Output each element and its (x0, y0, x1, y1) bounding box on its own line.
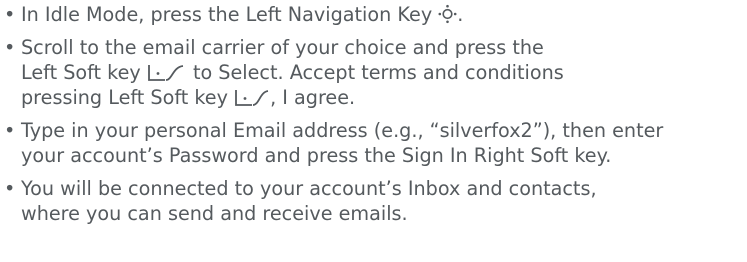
left-soft-key-icon (234, 89, 270, 107)
instruction-item-select-carrier: • Scroll to the email carrier of your ch… (0, 35, 747, 110)
instruction-line: You will be connected to your account’s … (21, 177, 597, 200)
instruction-item-idle-mode: • In Idle Mode, press the Left Navigatio… (0, 2, 747, 27)
instruction-line: where you can send and receive emails. (21, 202, 408, 225)
instruction-text: to Select. Accept terms and conditions (186, 61, 564, 84)
instruction-text: . (457, 3, 464, 26)
instruction-line: your account’s Password and press the Si… (21, 144, 612, 167)
instruction-list: • In Idle Mode, press the Left Navigatio… (0, 2, 747, 226)
instruction-line: pressing Left Soft key , I agree. (21, 85, 747, 110)
instruction-line: In Idle Mode, press the Left Navigation … (21, 2, 747, 27)
instruction-text: , I agree. (270, 86, 356, 109)
instruction-item-email-address: • Type in your personal Email address (e… (0, 118, 747, 168)
instruction-line: Type in your personal Email address (e.g… (21, 119, 664, 142)
bullet: • (4, 177, 16, 200)
instruction-item-inbox: • You will be connected to your account’… (0, 176, 747, 226)
bullet: • (4, 119, 16, 142)
instruction-text: pressing Left Soft key (21, 86, 235, 109)
bullet: • (4, 3, 16, 26)
instruction-text: Left Soft key (21, 61, 147, 84)
instruction-line: Scroll to the email carrier of your choi… (21, 36, 544, 59)
bullet: • (4, 36, 16, 59)
instruction-text: In Idle Mode, press the Left Navigation … (21, 3, 439, 26)
instruction-line: Left Soft key to Select. Accept terms an… (21, 60, 747, 85)
navigation-key-icon (438, 4, 457, 24)
left-soft-key-icon (147, 64, 187, 82)
